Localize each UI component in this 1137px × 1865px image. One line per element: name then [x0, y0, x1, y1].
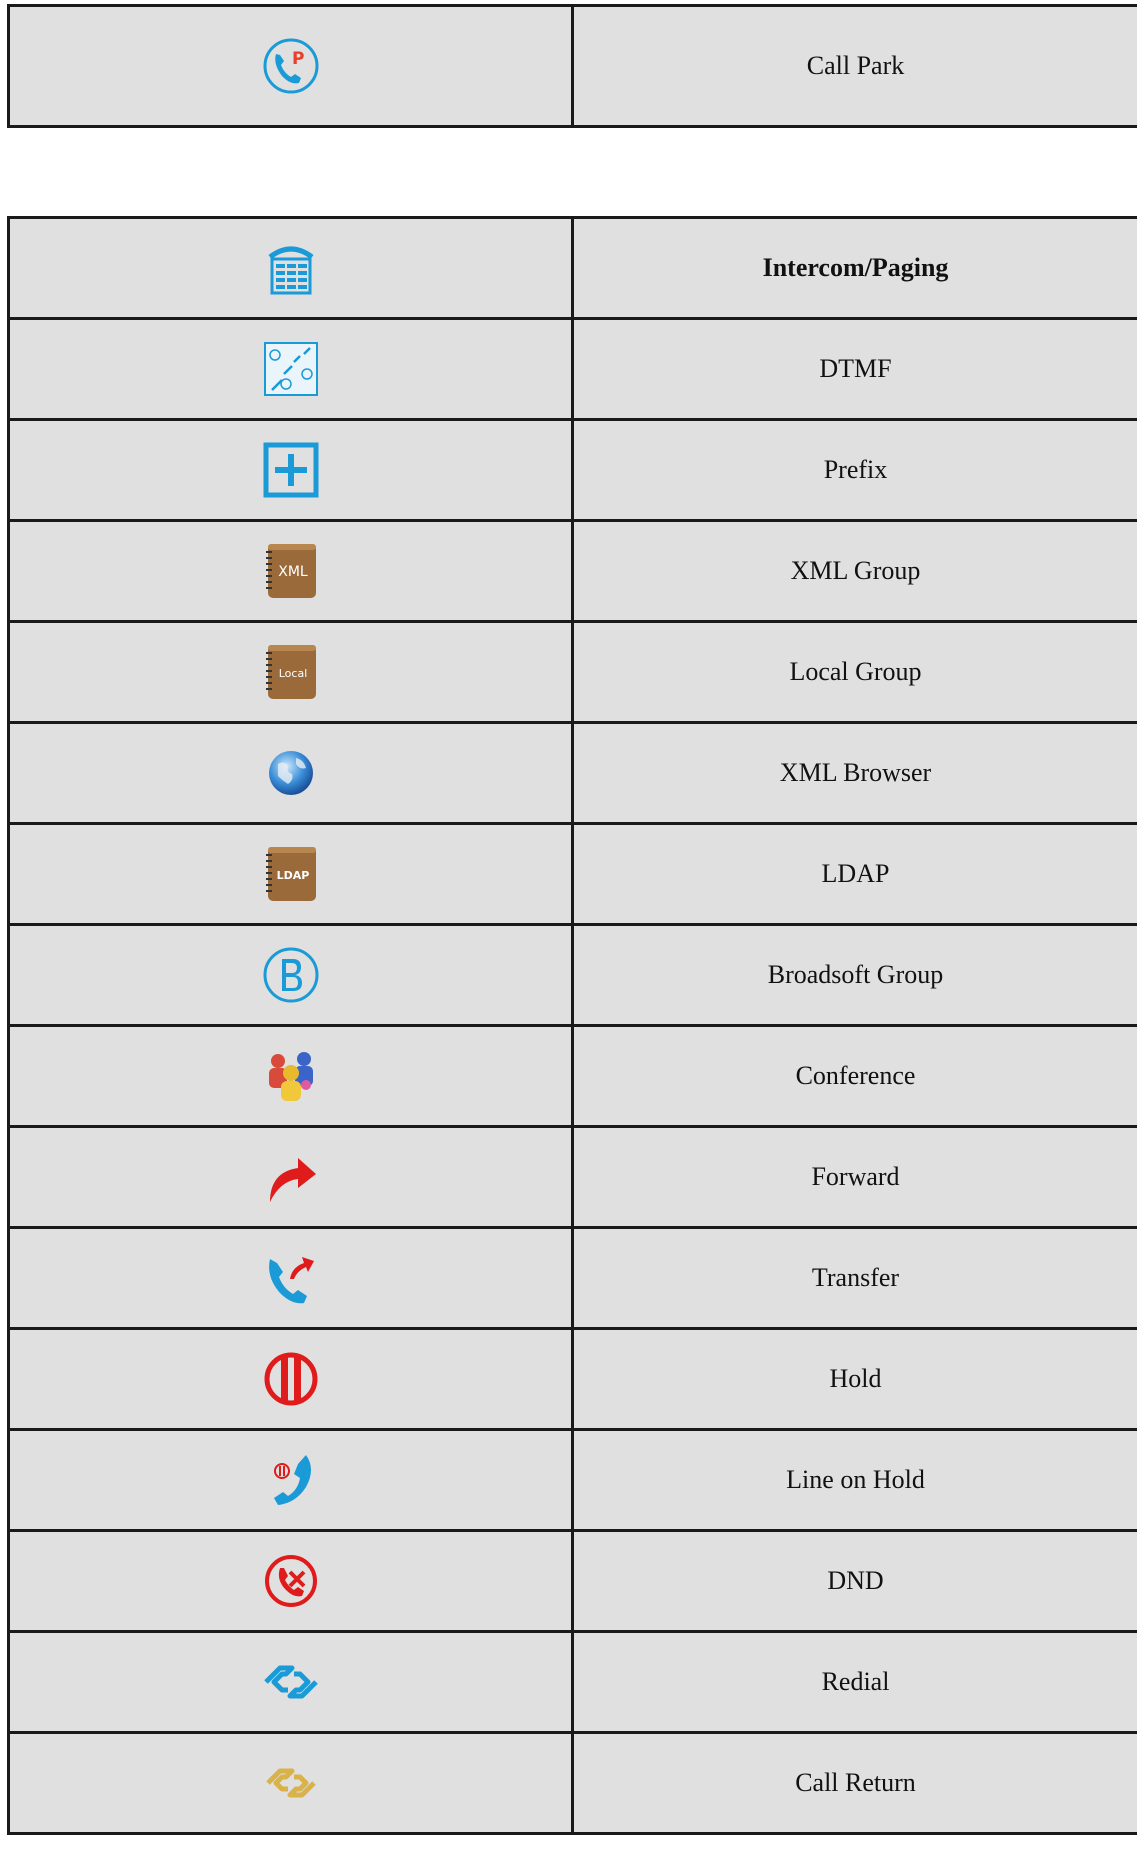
label-cell: Prefix: [571, 418, 1137, 522]
svg-text:LDAP: LDAP: [276, 869, 309, 882]
label-cell: DND: [571, 1529, 1137, 1633]
table-row: Local Local Group: [7, 620, 1137, 724]
redial-icon: [262, 1653, 320, 1711]
xml-browser-icon: [262, 744, 320, 802]
table-row: Conference: [7, 1024, 1137, 1128]
table-row: DTMF: [7, 317, 1137, 421]
label-cell: DTMF: [571, 317, 1137, 421]
svg-text:Local: Local: [278, 667, 307, 680]
table-row: Broadsoft Group: [7, 923, 1137, 1027]
svg-text:P: P: [292, 49, 304, 69]
ldap-icon: LDAP: [262, 845, 320, 903]
transfer-icon: [262, 1249, 320, 1307]
label-cell: Local Group: [571, 620, 1137, 724]
label-cell: XML Group: [571, 519, 1137, 623]
label-cell: Redial: [571, 1630, 1137, 1734]
line-on-hold-icon: [262, 1451, 320, 1509]
intercom-paging-icon: [262, 239, 320, 297]
label-cell: Call Park: [571, 4, 1137, 128]
table-row: Redial: [7, 1630, 1137, 1734]
dtmf-icon: [262, 340, 320, 398]
forward-icon: [262, 1148, 320, 1206]
call-return-icon: [262, 1754, 320, 1812]
table-row: XML XML Group: [7, 519, 1137, 623]
table-row: Line on Hold: [7, 1428, 1137, 1532]
conference-icon: [262, 1047, 320, 1105]
label-cell: Broadsoft Group: [571, 923, 1137, 1027]
label-cell: Hold: [571, 1327, 1137, 1431]
call-park-table: P Call Park: [7, 4, 1137, 128]
label-cell: XML Browser: [571, 721, 1137, 825]
table-row: DND: [7, 1529, 1137, 1633]
label-cell: Line on Hold: [571, 1428, 1137, 1532]
table-row: Call Return: [7, 1731, 1137, 1835]
prefix-icon: [262, 441, 320, 499]
label-cell: Forward: [571, 1125, 1137, 1229]
label-cell: Transfer: [571, 1226, 1137, 1330]
dnd-icon: [262, 1552, 320, 1610]
call-park-icon: P: [262, 37, 320, 95]
table-row: Forward: [7, 1125, 1137, 1229]
label-cell: LDAP: [571, 822, 1137, 926]
table-row: Hold: [7, 1327, 1137, 1431]
feature-icons-table: Intercom/Paging DTMF Prefix XML XML Grou…: [7, 216, 1137, 1835]
label-cell: Call Return: [571, 1731, 1137, 1835]
table-row: Prefix: [7, 418, 1137, 522]
table-row: Intercom/Paging: [7, 216, 1137, 320]
svg-text:XML: XML: [278, 564, 308, 580]
table-row: Transfer: [7, 1226, 1137, 1330]
hold-icon: [262, 1350, 320, 1408]
xml-group-icon: XML: [262, 542, 320, 600]
table-row: XML Browser: [7, 721, 1137, 825]
label-cell: Conference: [571, 1024, 1137, 1128]
table-row: LDAP LDAP: [7, 822, 1137, 926]
icon-cell: P: [7, 4, 574, 128]
broadsoft-group-icon: [262, 946, 320, 1004]
label-cell: Intercom/Paging: [571, 216, 1137, 320]
table-row: P Call Park: [7, 4, 1137, 128]
local-group-icon: Local: [262, 643, 320, 701]
